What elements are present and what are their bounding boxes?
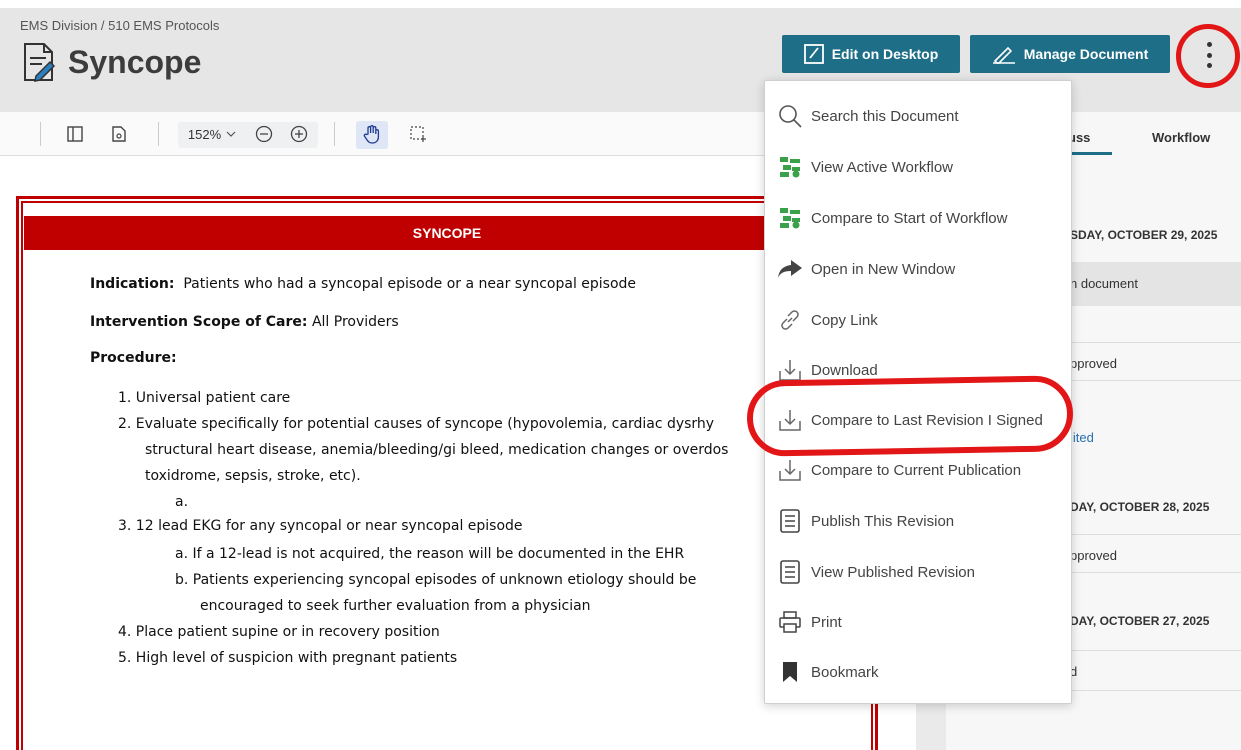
procedure-step-cont: structural heart disease, anemia/bleedin… xyxy=(145,442,729,458)
print-icon xyxy=(777,609,803,635)
procedure-step-cont: toxidrome, sepsis, stroke, etc). xyxy=(145,468,361,484)
menu-item-compare-start-workflow[interactable]: Compare to Start of Workflow xyxy=(765,193,1071,243)
breadcrumb[interactable]: EMS Division / 510 EMS Protocols xyxy=(20,18,219,33)
manage-document-button[interactable]: Manage Document xyxy=(970,35,1170,73)
edit-document-icon xyxy=(24,43,56,82)
menu-item-open-new-window[interactable]: Open in New Window xyxy=(765,244,1071,294)
menu-item-label: Search this Document xyxy=(811,107,959,125)
zoom-in-button[interactable] xyxy=(287,120,311,148)
toolbar-divider xyxy=(334,122,335,146)
share-arrow-icon xyxy=(777,256,803,282)
annotation-highlight-ring xyxy=(746,375,1074,457)
selection-icon xyxy=(410,126,426,142)
menu-item-label: Compare to Current Publication xyxy=(811,461,1022,479)
page-view-button[interactable] xyxy=(106,120,132,148)
menu-item-label: View Published Revision xyxy=(811,563,975,581)
menu-item-label: Bookmark xyxy=(811,663,879,681)
activity-entry[interactable]: pproved xyxy=(1070,548,1117,563)
menu-item-search-document[interactable]: Search this Document xyxy=(765,91,1071,141)
zoom-value: 152% xyxy=(187,126,222,142)
zoom-select[interactable]: 152% xyxy=(184,120,240,148)
menu-item-publish-revision[interactable]: Publish This Revision xyxy=(765,496,1071,546)
chevron-down-icon xyxy=(226,131,236,137)
kebab-dot-icon xyxy=(1206,63,1212,68)
zoom-out-icon xyxy=(255,125,273,143)
kebab-dot-icon xyxy=(1206,52,1212,58)
menu-item-label: Compare to Start of Workflow xyxy=(811,209,1008,227)
indication-text: Patients who had a syncopal episode or a… xyxy=(183,276,637,292)
edit-on-desktop-label: Edit on Desktop xyxy=(831,46,939,62)
workflow-icon xyxy=(777,205,803,231)
procedure-step: 4. Place patient supine or in recovery p… xyxy=(118,624,440,640)
menu-item-label: Download xyxy=(811,361,878,379)
procedure-heading: Procedure: xyxy=(90,350,177,366)
sidebar-toggle-button[interactable] xyxy=(62,120,88,148)
document-icon xyxy=(777,508,803,534)
indication-label: Indication: xyxy=(90,276,175,292)
procedure-step: 3. 12 lead EKG for any syncopal or near … xyxy=(118,518,523,534)
procedure-substep: a. If a 12-lead is not acquired, the rea… xyxy=(175,546,685,562)
menu-item-print[interactable]: Print xyxy=(765,597,1071,647)
scope-label: Intervention Scope of Care: xyxy=(90,314,308,330)
scope-line: Intervention Scope of Care: All Provider… xyxy=(90,314,399,330)
procedure-label: Procedure: xyxy=(90,350,177,366)
search-icon xyxy=(777,103,803,129)
tab-workflow[interactable]: Workflow xyxy=(1152,130,1210,145)
edit-on-desktop-button[interactable]: Edit on Desktop xyxy=(782,35,960,73)
manage-document-label: Manage Document xyxy=(1023,46,1149,62)
toolbar-divider xyxy=(40,122,41,146)
toolbar-divider xyxy=(158,122,159,146)
procedure-substep: a. xyxy=(175,494,189,510)
more-options-button[interactable] xyxy=(1199,38,1219,72)
select-tool-button[interactable] xyxy=(406,120,430,148)
page-title: Syncope xyxy=(68,43,202,80)
scope-text: All Providers xyxy=(311,314,399,330)
document-title-band: SYNCOPE xyxy=(24,216,870,250)
document-band-title: SYNCOPE xyxy=(412,225,482,241)
menu-item-view-published[interactable]: View Published Revision xyxy=(765,547,1071,597)
menu-item-label: Copy Link xyxy=(811,311,878,329)
procedure-substep: b. Patients experiencing syncopal episod… xyxy=(175,572,697,588)
kebab-dot-icon xyxy=(1206,42,1212,47)
menu-item-label: View Active Workflow xyxy=(811,158,953,176)
zoom-out-button[interactable] xyxy=(252,120,276,148)
zoom-in-icon xyxy=(290,125,308,143)
pan-tool-icon-wrap xyxy=(360,120,384,148)
sidebar-icon xyxy=(67,126,83,142)
pencil-icon xyxy=(992,46,1015,64)
activity-date: DAY, OCTOBER 28, 2025 xyxy=(1070,500,1210,514)
link-icon xyxy=(777,307,803,333)
activity-entry[interactable]: n document xyxy=(1070,276,1138,291)
menu-item-label: Print xyxy=(811,613,842,631)
indication-line: Indication: Patients who had a syncopal … xyxy=(90,276,636,292)
page-icon xyxy=(112,126,126,142)
title-wrap: Syncope xyxy=(22,42,201,82)
activity-link[interactable]: lited xyxy=(1070,430,1094,445)
activity-date: SDAY, OCTOBER 29, 2025 xyxy=(1070,228,1218,242)
workflow-icon xyxy=(777,154,803,180)
menu-item-bookmark[interactable]: Bookmark xyxy=(765,647,1071,697)
procedure-step: 5. High level of suspicion with pregnant… xyxy=(118,650,458,666)
document-icon xyxy=(777,559,803,585)
bookmark-icon xyxy=(777,659,803,685)
procedure-substep-cont: encouraged to seek further evaluation fr… xyxy=(200,598,591,614)
edit-box-icon xyxy=(803,44,824,64)
procedure-step: 2. Evaluate specifically for potential c… xyxy=(118,416,715,432)
menu-item-view-active-workflow[interactable]: View Active Workflow xyxy=(765,142,1071,192)
menu-item-label: Open in New Window xyxy=(811,260,956,278)
menu-item-copy-link[interactable]: Copy Link xyxy=(765,295,1071,345)
download-icon xyxy=(777,457,803,483)
activity-entry[interactable]: pproved xyxy=(1070,356,1117,371)
menu-item-label: Publish This Revision xyxy=(811,512,955,530)
hand-icon xyxy=(363,125,380,144)
procedure-step: 1. Universal patient care xyxy=(118,390,291,406)
activity-date: DAY, OCTOBER 27, 2025 xyxy=(1070,614,1210,628)
